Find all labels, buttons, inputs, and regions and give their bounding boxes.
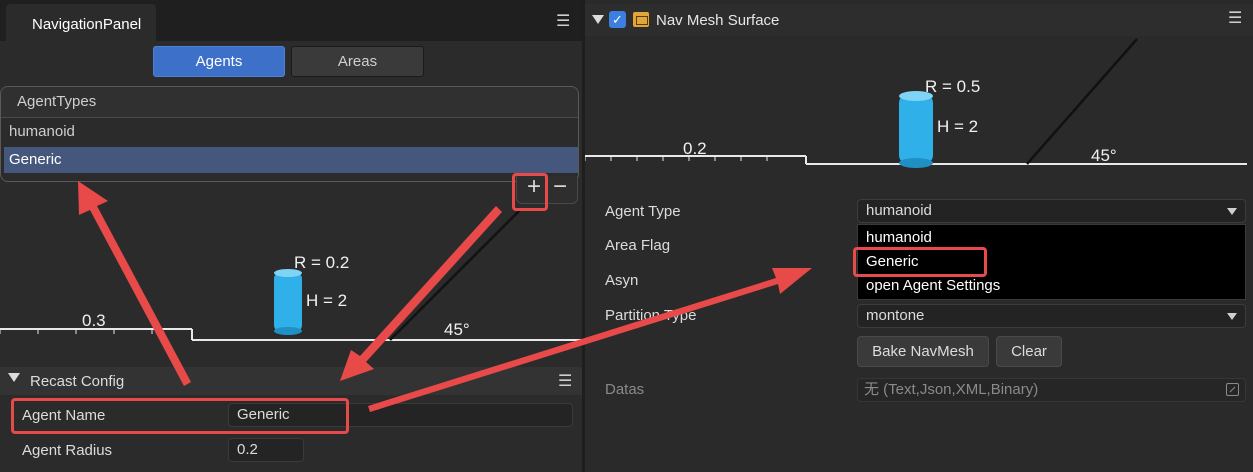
- partition-type-dropdown[interactable]: montone: [857, 304, 1246, 328]
- dropdown-caret-icon: [1227, 313, 1237, 320]
- nav-mesh-surface-panel: ✓ Nav Mesh Surface ☰ R = 0.5 H = 2 0.2 4…: [585, 0, 1253, 472]
- recast-config-title: Recast Config: [30, 373, 125, 390]
- datas-field[interactable]: 无 (Text,Json,XML,Binary): [857, 378, 1246, 402]
- clear-button[interactable]: Clear: [996, 336, 1062, 367]
- annotation-box-generic-option: [853, 247, 987, 277]
- option-open-agent-settings[interactable]: open Agent Settings: [866, 277, 1000, 294]
- panel-header: NavigationPanel ☰: [0, 0, 582, 41]
- option-humanoid[interactable]: humanoid: [866, 229, 932, 246]
- radius-label: R = 0.2: [294, 253, 350, 272]
- menu-icon[interactable]: ☰: [1228, 11, 1242, 27]
- height-label: H = 2: [937, 117, 979, 136]
- expand-icon[interactable]: [1226, 383, 1239, 396]
- areas-tab-button[interactable]: Areas: [291, 46, 424, 77]
- agent-types-header: AgentTypes: [1, 87, 578, 118]
- radius-label: R = 0.5: [925, 77, 981, 96]
- tab-label: NavigationPanel: [32, 16, 142, 33]
- agent-type-label: Agent Type: [605, 203, 681, 220]
- remove-agent-button[interactable]: −: [553, 175, 567, 199]
- bake-navmesh-button[interactable]: Bake NavMesh: [857, 336, 989, 367]
- height-label: H = 2: [306, 291, 348, 310]
- agent-types-title: AgentTypes: [17, 93, 97, 110]
- dropdown-caret-icon: [1227, 208, 1237, 215]
- list-item-label: humanoid: [9, 123, 75, 140]
- slope-label: 45°: [444, 320, 470, 339]
- menu-icon[interactable]: ☰: [558, 374, 572, 390]
- slope-label: 45°: [1091, 146, 1117, 165]
- datas-label: Datas: [605, 381, 645, 398]
- asyn-label: Asyn: [605, 272, 639, 289]
- step-label: 0.3: [82, 311, 106, 330]
- agent-type-dropdown[interactable]: humanoid: [857, 199, 1246, 223]
- partition-type-value: montone: [866, 307, 925, 324]
- agent-radius-field[interactable]: 0.2: [228, 438, 304, 462]
- annotation-box-add: [512, 173, 548, 211]
- list-item-humanoid[interactable]: humanoid: [4, 119, 578, 145]
- agent-type-value: humanoid: [866, 202, 932, 219]
- agent-radius-label: Agent Radius: [22, 442, 113, 459]
- list-item-generic[interactable]: Generic: [4, 147, 578, 173]
- menu-icon[interactable]: ☰: [556, 14, 570, 30]
- collapse-arrow-icon[interactable]: [592, 15, 604, 24]
- checkbox-icon[interactable]: ✓: [609, 11, 626, 28]
- recast-config-header[interactable]: Recast Config ☰: [0, 367, 582, 395]
- collapse-arrow-icon[interactable]: [8, 373, 20, 382]
- partition-type-label: Partition Type: [605, 307, 697, 324]
- step-label: 0.2: [683, 139, 707, 158]
- component-header: ✓ Nav Mesh Surface ☰: [585, 4, 1253, 36]
- capsule-icon: [899, 91, 933, 168]
- list-item-label: Generic: [9, 151, 62, 168]
- annotation-box-agent-name: [11, 398, 349, 434]
- area-flag-label: Area Flag: [605, 237, 671, 254]
- component-icon: [633, 12, 649, 27]
- tab-navigation-panel[interactable]: NavigationPanel: [6, 4, 156, 41]
- datas-placeholder: 无 (Text,Json,XML,Binary): [864, 381, 1039, 398]
- component-title: Nav Mesh Surface: [656, 12, 780, 29]
- agents-tab-button[interactable]: Agents: [153, 46, 285, 77]
- agent-diagram: [0, 209, 582, 341]
- capsule-icon: [274, 269, 302, 335]
